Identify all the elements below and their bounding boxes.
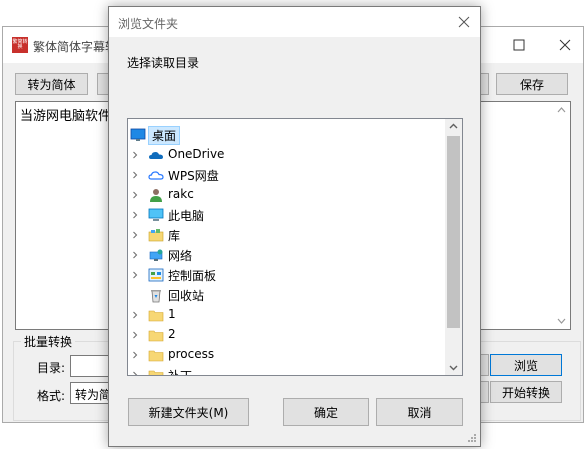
folder-icon [148, 310, 164, 322]
scroll-up-icon[interactable] [557, 106, 566, 114]
wps-cloud-icon [148, 171, 164, 180]
chevron-right-icon[interactable] [131, 331, 139, 339]
tree-item[interactable]: OneDrive [128, 145, 446, 165]
tree-item-label: 库 [168, 229, 181, 243]
scroll-down-icon[interactable] [557, 317, 566, 325]
library-icon [148, 229, 164, 242]
scroll-up-icon[interactable] [449, 122, 458, 131]
folder-tree[interactable]: 桌面 OneDrive WPS网盘 rakc 此电脑库网络控制面板回收站 1 2 proces… [127, 118, 463, 376]
chevron-right-icon[interactable] [131, 191, 139, 199]
control-panel-icon [148, 268, 164, 282]
tree-item-label: 桌面 [148, 126, 181, 145]
chevron-right-icon[interactable] [131, 211, 139, 219]
dialog-instruction: 选择读取目录 [127, 56, 200, 70]
tree-item-label: 2 [168, 327, 176, 341]
ok-button[interactable]: 确定 [283, 398, 369, 426]
start-convert-button[interactable]: 开始转换 [490, 381, 562, 403]
app-icon: 繁简转换 [12, 37, 28, 53]
chevron-right-icon[interactable] [131, 151, 139, 159]
desktop-icon [130, 128, 146, 141]
chevron-right-icon[interactable] [131, 311, 139, 319]
maximize-icon[interactable] [509, 35, 529, 55]
chevron-right-icon[interactable] [131, 251, 139, 259]
tree-item-label: 补丁 [168, 369, 193, 376]
tree-item[interactable]: 2 [128, 325, 446, 345]
cancel-button[interactable]: 取消 [376, 398, 463, 426]
chevron-right-icon[interactable] [131, 271, 139, 279]
chevron-right-icon[interactable] [131, 351, 139, 359]
resize-grip-icon[interactable] [467, 433, 477, 443]
tree-item-label: 网络 [168, 249, 193, 263]
onedrive-cloud-icon [149, 152, 163, 159]
scroll-thumb[interactable] [447, 136, 460, 328]
tree-item-label: process [168, 347, 215, 361]
tree-item-label: 此电脑 [168, 209, 205, 223]
tree-item-label: WPS网盘 [168, 169, 219, 183]
tree-item[interactable]: process [128, 345, 446, 365]
tree-item[interactable]: 控制面板 [128, 265, 446, 285]
tree-item-label: OneDrive [168, 147, 225, 161]
recycle-bin-icon [151, 290, 161, 303]
save-button[interactable]: 保存 [496, 73, 568, 95]
batch-group-title: 批量转换 [21, 333, 76, 350]
browse-folder-dialog: 浏览文件夹 选择读取目录 桌面 OneDrive WPS网盘 rakc 此电脑库网络控制… [108, 6, 481, 447]
directory-label: 目录: [37, 361, 66, 375]
tree-item-label: 回收站 [168, 289, 205, 303]
scroll-down-icon[interactable] [449, 363, 458, 372]
tree-item[interactable]: 桌面 [128, 125, 446, 145]
tree-item[interactable]: 库 [128, 225, 446, 245]
convert-simplified-button[interactable]: 转为简体 [15, 73, 88, 95]
chevron-right-icon[interactable] [131, 171, 139, 179]
tree-item[interactable]: 补丁 [128, 365, 446, 376]
tree-scrollbar[interactable] [445, 119, 462, 375]
tree-item-label: 1 [168, 307, 176, 321]
tree-item[interactable]: 回收站 [128, 285, 446, 305]
computer-icon [148, 208, 164, 221]
dialog-titlebar[interactable]: 浏览文件夹 [109, 7, 480, 37]
folder-icon [148, 330, 164, 342]
chevron-right-icon[interactable] [131, 231, 139, 239]
tree-item[interactable]: rakc [128, 185, 446, 205]
tree-item[interactable]: WPS网盘 [128, 165, 446, 185]
format-label: 格式: [37, 389, 66, 403]
folder-icon [148, 370, 164, 375]
tree-item[interactable]: 1 [128, 305, 446, 325]
tree-item[interactable]: 网络 [128, 245, 446, 265]
tree-item-label: rakc [168, 187, 194, 201]
tree-item[interactable]: 此电脑 [128, 205, 446, 225]
close-icon[interactable] [555, 35, 575, 55]
network-icon [149, 249, 163, 261]
tree-item-label: 控制面板 [168, 269, 217, 283]
main-window-title: 繁体简体字幕转 [33, 40, 118, 54]
new-folder-button[interactable]: 新建文件夹(M) [128, 398, 249, 426]
chevron-right-icon[interactable] [131, 371, 139, 376]
dialog-title: 浏览文件夹 [118, 17, 179, 31]
folder-icon [148, 350, 164, 362]
user-icon [150, 189, 162, 202]
close-icon[interactable] [456, 14, 472, 30]
browse-button[interactable]: 浏览 [490, 354, 562, 376]
